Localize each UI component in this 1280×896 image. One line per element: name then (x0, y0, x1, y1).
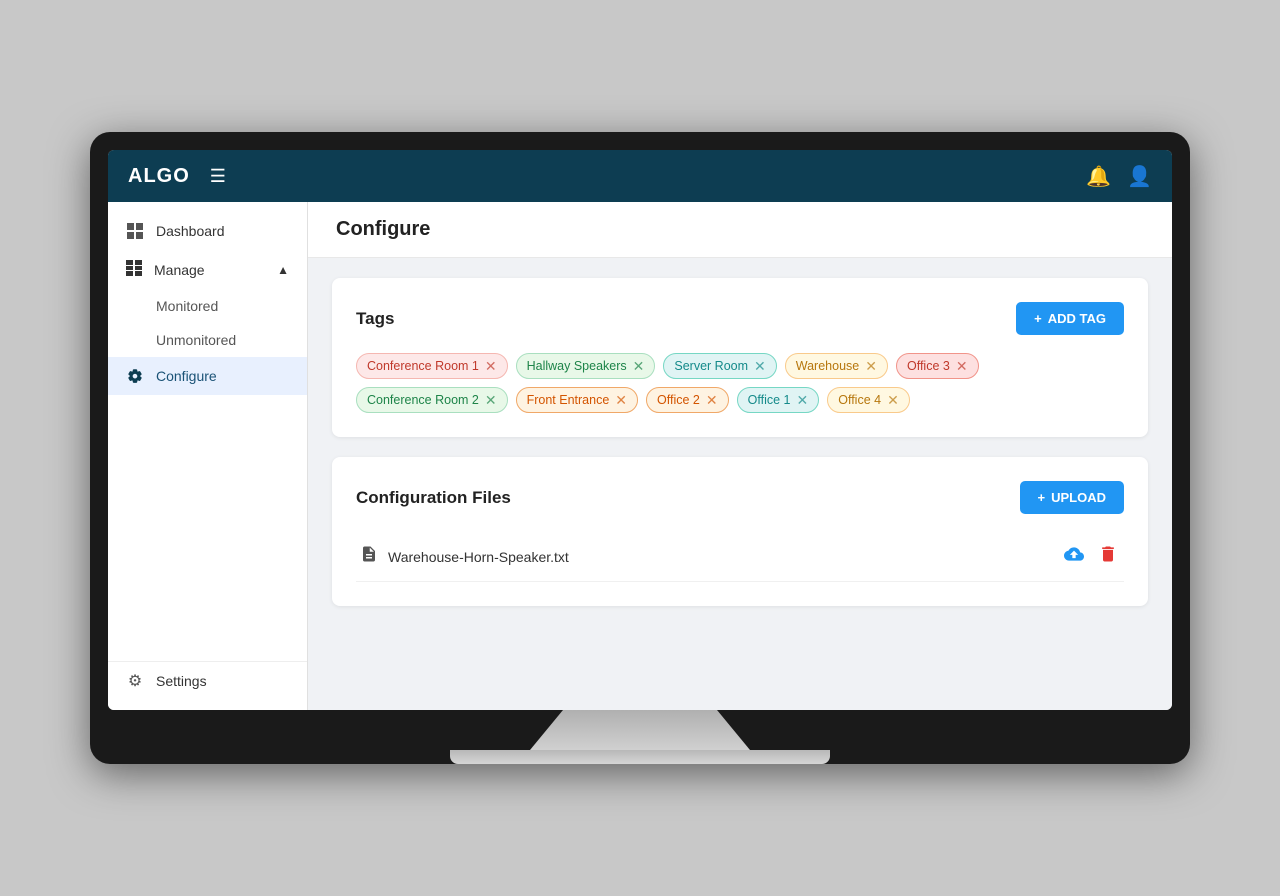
notification-icon[interactable]: 🔔 (1086, 164, 1111, 189)
tag-item[interactable]: Conference Room 1 ✕ (356, 353, 508, 379)
sidebar-label-configure: Configure (156, 368, 217, 384)
tag-close-icon[interactable]: ✕ (796, 393, 808, 407)
content-inner: Tags + ADD TAG Conference Room 1✕Hallway… (308, 258, 1172, 626)
config-files-title: Configuration Files (356, 488, 511, 508)
tag-label: Office 2 (657, 393, 700, 407)
tag-label: Server Room (674, 359, 748, 373)
tag-label: Conference Room 1 (367, 359, 479, 373)
config-files-card: Configuration Files + UPLOAD Warehouse-H… (332, 457, 1148, 606)
file-upload-button[interactable] (1062, 542, 1086, 571)
sidebar-submenu-manage: Monitored Unmonitored (108, 289, 307, 357)
tag-item[interactable]: Office 3 ✕ (896, 353, 979, 379)
tag-label: Office 4 (838, 393, 881, 407)
main-body: Dashboard Manage ▲ Monitored (108, 202, 1172, 710)
tag-item[interactable]: Warehouse ✕ (785, 353, 888, 379)
app-logo: ALGO (128, 165, 190, 188)
main-content: Configure Tags + ADD TAG (308, 202, 1172, 710)
tags-card: Tags + ADD TAG Conference Room 1✕Hallway… (332, 278, 1148, 437)
tag-item[interactable]: Office 4 ✕ (827, 387, 910, 413)
file-row: Warehouse-Horn-Speaker.txt (356, 532, 1124, 582)
tag-close-icon[interactable]: ✕ (706, 393, 718, 407)
sidebar-label-settings: Settings (156, 673, 207, 689)
tag-item[interactable]: Server Room ✕ (663, 353, 776, 379)
sidebar-label-manage: Manage (154, 262, 205, 278)
file-actions (1062, 542, 1120, 571)
tags-card-header: Tags + ADD TAG (356, 302, 1124, 335)
manage-icon (126, 260, 142, 279)
sidebar-item-settings[interactable]: ⚙ Settings (108, 662, 307, 700)
tag-label: Front Entrance (527, 393, 610, 407)
sidebar-item-manage[interactable]: Manage ▲ (108, 250, 307, 289)
add-tag-button[interactable]: + ADD TAG (1016, 302, 1124, 335)
topnav: ALGO ☰ 🔔 👤 (108, 150, 1172, 202)
file-delete-button[interactable] (1096, 542, 1120, 571)
tag-close-icon[interactable]: ✕ (485, 393, 497, 407)
configure-icon (126, 367, 144, 385)
tag-item[interactable]: Hallway Speakers ✕ (516, 353, 656, 379)
file-name: Warehouse-Horn-Speaker.txt (388, 549, 1062, 565)
sidebar-item-dashboard[interactable]: Dashboard (108, 212, 307, 250)
tag-close-icon[interactable]: ✕ (865, 359, 877, 373)
plus-icon-upload: + (1038, 490, 1046, 505)
monitor-wrap: ALGO ☰ 🔔 👤 Dashboard (90, 132, 1190, 764)
tags-card-title: Tags (356, 309, 394, 329)
monitor-stand (530, 710, 750, 750)
sidebar-item-monitored[interactable]: Monitored (108, 289, 307, 323)
sidebar-label-unmonitored: Unmonitored (156, 332, 236, 348)
upload-button[interactable]: + UPLOAD (1020, 481, 1124, 514)
tag-item[interactable]: Office 2 ✕ (646, 387, 729, 413)
content-header: Configure (308, 202, 1172, 258)
tag-close-icon[interactable]: ✕ (633, 359, 645, 373)
tag-close-icon[interactable]: ✕ (887, 393, 899, 407)
page-title: Configure (336, 218, 1144, 241)
upload-label: UPLOAD (1051, 490, 1106, 505)
tag-item[interactable]: Front Entrance ✕ (516, 387, 638, 413)
tag-close-icon[interactable]: ✕ (485, 359, 497, 373)
app: ALGO ☰ 🔔 👤 Dashboard (108, 150, 1172, 710)
tag-item[interactable]: Office 1 ✕ (737, 387, 820, 413)
tag-label: Office 3 (907, 359, 950, 373)
sidebar-label-dashboard: Dashboard (156, 223, 225, 239)
tag-label: Warehouse (796, 359, 859, 373)
plus-icon: + (1034, 311, 1042, 326)
dashboard-icon (126, 222, 144, 240)
add-tag-label: ADD TAG (1048, 311, 1106, 326)
sidebar-item-configure[interactable]: Configure (108, 357, 307, 395)
tag-close-icon[interactable]: ✕ (754, 359, 766, 373)
config-files-card-header: Configuration Files + UPLOAD (356, 481, 1124, 514)
sidebar-bottom: ⚙ Settings (108, 661, 307, 700)
monitor-screen: ALGO ☰ 🔔 👤 Dashboard (108, 150, 1172, 710)
topnav-right: 🔔 👤 (1086, 164, 1152, 189)
chevron-down-icon: ▲ (277, 263, 289, 277)
tag-item[interactable]: Conference Room 2 ✕ (356, 387, 508, 413)
file-icon (360, 545, 378, 568)
menu-icon[interactable]: ☰ (210, 166, 226, 187)
settings-icon: ⚙ (126, 672, 144, 690)
sidebar-label-monitored: Monitored (156, 298, 218, 314)
tag-close-icon[interactable]: ✕ (615, 393, 627, 407)
tag-label: Hallway Speakers (527, 359, 627, 373)
files-list: Warehouse-Horn-Speaker.txt (356, 532, 1124, 582)
sidebar-item-unmonitored[interactable]: Unmonitored (108, 323, 307, 357)
tags-container: Conference Room 1✕Hallway Speakers✕Serve… (356, 353, 1124, 413)
sidebar: Dashboard Manage ▲ Monitored (108, 202, 308, 710)
tag-label: Office 1 (748, 393, 791, 407)
tag-close-icon[interactable]: ✕ (956, 359, 968, 373)
account-icon[interactable]: 👤 (1127, 164, 1152, 189)
monitor-base (450, 750, 830, 764)
tag-label: Conference Room 2 (367, 393, 479, 407)
